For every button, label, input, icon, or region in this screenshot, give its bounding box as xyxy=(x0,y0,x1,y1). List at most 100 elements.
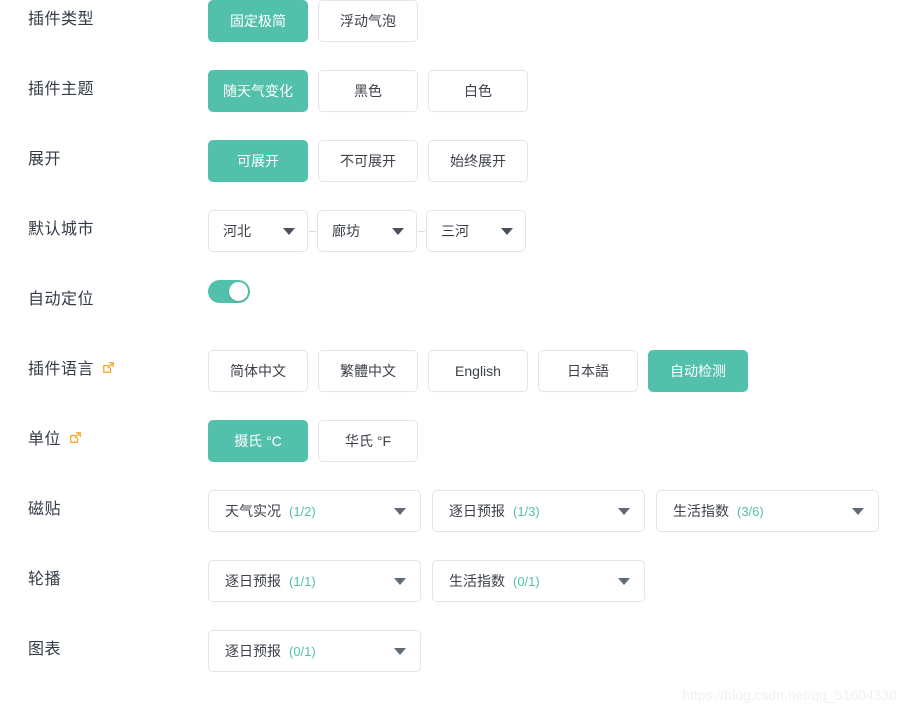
dropdown-value: 天气实况 xyxy=(225,503,281,519)
row-label-plugin_theme: 插件主题 xyxy=(0,70,208,110)
row-controls-chart: 逐日预报 (0/1) xyxy=(208,630,432,672)
form-row-default_city: 默认城市 河北 廊坊 三河 xyxy=(0,210,907,280)
form-row-auto_locate: 自动定位 xyxy=(0,280,907,350)
option-button-expand-1[interactable]: 不可展开 xyxy=(318,140,418,182)
option-button-expand-0[interactable]: 可展开 xyxy=(208,140,308,182)
row-label-unit: 单位 xyxy=(0,420,208,460)
row-label-default_city: 默认城市 xyxy=(0,210,208,250)
dropdown-count-badge: (1/2) xyxy=(289,504,316,519)
dropdown-value-wrap: 逐日预报 (1/1) xyxy=(225,571,316,591)
toggle-knob xyxy=(229,282,248,301)
city-select-value: 三河 xyxy=(441,223,469,239)
chevron-down-icon xyxy=(394,647,406,655)
row-controls-default_city: 河北 廊坊 三河 xyxy=(208,210,526,252)
city-select-group: 河北 廊坊 三河 xyxy=(208,210,526,252)
dropdown-count-badge: (3/6) xyxy=(737,504,764,519)
option-button-expand-2[interactable]: 始终展开 xyxy=(428,140,528,182)
dropdown-count-badge: (1/1) xyxy=(289,574,316,589)
auto-locate-toggle[interactable] xyxy=(208,280,250,303)
option-button-plugin_type-0[interactable]: 固定极简 xyxy=(208,0,308,42)
row-label-plugin_language: 插件语言 xyxy=(0,350,208,390)
row-label-text: 展开 xyxy=(28,151,62,168)
chevron-down-icon xyxy=(852,507,864,515)
dropdown-value: 生活指数 xyxy=(673,503,729,519)
row-controls-plugin_theme: 随天气变化 黑色 白色 xyxy=(208,70,538,112)
dropdown-tiles-1[interactable]: 逐日预报 (1/3) xyxy=(432,490,645,532)
dropdown-value-wrap: 生活指数 (0/1) xyxy=(449,571,540,591)
row-label-text: 磁贴 xyxy=(28,501,62,518)
city-select-province[interactable]: 河北 xyxy=(208,210,308,252)
dropdown-value: 逐日预报 xyxy=(225,643,281,659)
city-select-city[interactable]: 廊坊 xyxy=(317,210,417,252)
row-label-text: 自动定位 xyxy=(28,291,95,308)
option-button-plugin_language-1[interactable]: 繁體中文 xyxy=(318,350,418,392)
row-label-plugin_type: 插件类型 xyxy=(0,0,208,40)
row-label-text: 插件主题 xyxy=(28,81,95,98)
option-button-plugin_language-2[interactable]: English xyxy=(428,350,528,392)
row-label-expand: 展开 xyxy=(0,140,208,180)
dropdown-value-wrap: 天气实况 (1/2) xyxy=(225,501,316,521)
option-button-plugin_language-0[interactable]: 简体中文 xyxy=(208,350,308,392)
row-label-text: 轮播 xyxy=(28,571,62,588)
form-row-plugin_theme: 插件主题 随天气变化 黑色 白色 xyxy=(0,70,907,140)
row-label-auto_locate: 自动定位 xyxy=(0,280,208,320)
external-link-icon[interactable] xyxy=(102,361,115,374)
form-row-tiles: 磁贴 天气实况 (1/2) 逐日预报 (1/3) 生活指数 (3/6) xyxy=(0,490,907,560)
option-button-plugin_theme-1[interactable]: 黑色 xyxy=(318,70,418,112)
option-button-plugin_theme-0[interactable]: 随天气变化 xyxy=(208,70,308,112)
option-button-plugin_theme-2[interactable]: 白色 xyxy=(428,70,528,112)
row-label-chart: 图表 xyxy=(0,630,208,670)
dropdown-value: 逐日预报 xyxy=(449,503,505,519)
chevron-down-icon xyxy=(283,227,295,235)
option-button-unit-0[interactable]: 摄氏 °C xyxy=(208,420,308,462)
option-button-plugin_language-3[interactable]: 日本語 xyxy=(538,350,638,392)
option-button-unit-1[interactable]: 华氏 °F xyxy=(318,420,418,462)
row-controls-unit: 摄氏 °C 华氏 °F xyxy=(208,420,428,462)
city-select-value: 廊坊 xyxy=(332,223,360,239)
row-controls-plugin_type: 固定极简 浮动气泡 xyxy=(208,0,428,42)
watermark-text: https://blog.csdn.net/qq_51604330 xyxy=(682,687,897,703)
city-select-value: 河北 xyxy=(223,223,251,239)
form-row-carousel: 轮播 逐日预报 (1/1) 生活指数 (0/1) xyxy=(0,560,907,630)
row-controls-auto_locate xyxy=(208,280,250,303)
row-controls-carousel: 逐日预报 (1/1) 生活指数 (0/1) xyxy=(208,560,656,602)
weather-plugin-settings-form: 插件类型 固定极简 浮动气泡插件主题 随天气变化 黑色 白色展开 可展开 不可展开 始终展开默认… xyxy=(0,0,907,700)
dropdown-count-badge: (1/3) xyxy=(513,504,540,519)
row-controls-expand: 可展开 不可展开 始终展开 xyxy=(208,140,538,182)
dropdown-count-badge: (0/1) xyxy=(289,644,316,659)
dropdown-carousel-1[interactable]: 生活指数 (0/1) xyxy=(432,560,645,602)
row-label-text: 图表 xyxy=(28,641,62,658)
row-label-tiles: 磁贴 xyxy=(0,490,208,530)
option-button-plugin_language-4[interactable]: 自动检测 xyxy=(648,350,748,392)
row-controls-plugin_language: 简体中文 繁體中文 English 日本語 自动检测 xyxy=(208,350,758,392)
dropdown-value-wrap: 生活指数 (3/6) xyxy=(673,501,764,521)
row-label-text: 默认城市 xyxy=(28,221,95,238)
dropdown-tiles-2[interactable]: 生活指数 (3/6) xyxy=(656,490,879,532)
form-row-expand: 展开 可展开 不可展开 始终展开 xyxy=(0,140,907,210)
chevron-down-icon xyxy=(618,577,630,585)
city-separator-dash xyxy=(418,230,425,232)
dropdown-carousel-0[interactable]: 逐日预报 (1/1) xyxy=(208,560,421,602)
chevron-down-icon xyxy=(618,507,630,515)
dropdown-tiles-0[interactable]: 天气实况 (1/2) xyxy=(208,490,421,532)
city-select-district[interactable]: 三河 xyxy=(426,210,526,252)
dropdown-value-wrap: 逐日预报 (0/1) xyxy=(225,641,316,661)
form-row-plugin_type: 插件类型 固定极简 浮动气泡 xyxy=(0,0,907,70)
row-controls-tiles: 天气实况 (1/2) 逐日预报 (1/3) 生活指数 (3/6) xyxy=(208,490,890,532)
chevron-down-icon xyxy=(394,577,406,585)
chevron-down-icon xyxy=(392,227,404,235)
chevron-down-icon xyxy=(501,227,513,235)
row-label-text: 单位 xyxy=(28,431,62,448)
dropdown-count-badge: (0/1) xyxy=(513,574,540,589)
dropdown-value: 生活指数 xyxy=(449,573,505,589)
row-label-text: 插件语言 xyxy=(28,361,95,378)
dropdown-value: 逐日预报 xyxy=(225,573,281,589)
option-button-plugin_type-1[interactable]: 浮动气泡 xyxy=(318,0,418,42)
row-label-text: 插件类型 xyxy=(28,11,95,28)
dropdown-value-wrap: 逐日预报 (1/3) xyxy=(449,501,540,521)
row-label-carousel: 轮播 xyxy=(0,560,208,600)
dropdown-chart-0[interactable]: 逐日预报 (0/1) xyxy=(208,630,421,672)
form-row-plugin_language: 插件语言 简体中文 繁體中文 English 日本語 自动检测 xyxy=(0,350,907,420)
chevron-down-icon xyxy=(394,507,406,515)
external-link-icon[interactable] xyxy=(69,431,82,444)
